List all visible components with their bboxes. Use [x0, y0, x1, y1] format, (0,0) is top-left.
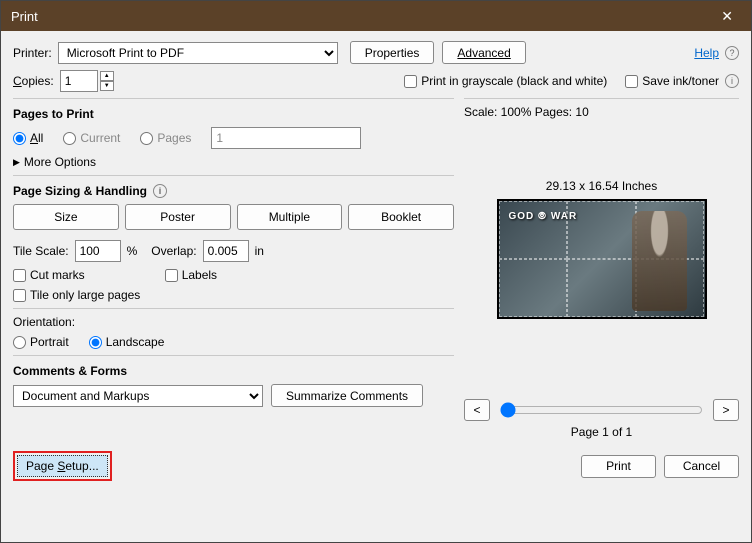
tile-large-checkbox[interactable]: Tile only large pages: [13, 288, 454, 302]
preview-logo: GOD ⦾ WAR: [509, 211, 578, 222]
copies-up-icon[interactable]: ▲: [100, 71, 114, 81]
properties-button[interactable]: Properties: [350, 41, 435, 64]
prev-page-button[interactable]: <: [464, 399, 490, 421]
tab-multiple[interactable]: Multiple: [237, 204, 343, 230]
close-icon[interactable]: ✕: [713, 4, 741, 29]
tab-poster[interactable]: Poster: [125, 204, 231, 230]
dimensions-label: 29.13 x 16.54 Inches: [464, 179, 739, 193]
triangle-right-icon: ▶: [13, 157, 20, 168]
help-link[interactable]: Help: [694, 46, 719, 60]
comments-select[interactable]: Document and Markups: [13, 385, 263, 407]
tab-booklet[interactable]: Booklet: [348, 204, 454, 230]
page-setup-button[interactable]: Page Setup...: [17, 455, 108, 477]
copies-spinner[interactable]: ▲ ▼: [100, 71, 114, 91]
radio-landscape[interactable]: Landscape: [89, 335, 165, 349]
preview-figure: [632, 211, 687, 311]
printer-row: Printer: Microsoft Print to PDF Properti…: [13, 41, 739, 64]
overlap-label: Overlap:: [151, 244, 196, 258]
pages-input[interactable]: [211, 127, 361, 149]
printer-select[interactable]: Microsoft Print to PDF: [58, 42, 338, 64]
pages-to-print-title: Pages to Print: [13, 107, 454, 121]
summarize-button[interactable]: Summarize Comments: [271, 384, 423, 407]
radio-all[interactable]: All: [13, 131, 43, 145]
page-preview: GOD ⦾ WAR: [497, 199, 707, 319]
radio-portrait[interactable]: Portrait: [13, 335, 69, 349]
preview-panel: Scale: 100% Pages: 10 29.13 x 16.54 Inch…: [464, 98, 739, 439]
radio-pages[interactable]: Pages: [140, 131, 191, 145]
printer-label: Printer:: [13, 46, 52, 60]
sizing-info-icon[interactable]: i: [153, 184, 167, 198]
labels-checkbox[interactable]: Labels: [165, 268, 217, 282]
footer: Page Setup... Print Cancel: [1, 445, 751, 487]
page-of-label: Page 1 of 1: [464, 425, 739, 439]
page-slider[interactable]: [500, 402, 703, 418]
orientation-label: Orientation:: [13, 315, 454, 329]
page-setup-highlight: Page Setup...: [13, 451, 112, 481]
left-panel: Pages to Print All Current Pages ▶ More …: [13, 98, 454, 439]
overlap-unit: in: [255, 244, 264, 258]
save-ink-checkbox[interactable]: Save ink/toner: [625, 74, 719, 88]
more-options-toggle[interactable]: ▶ More Options: [13, 155, 454, 169]
copies-down-icon[interactable]: ▼: [100, 81, 114, 91]
comments-title: Comments & Forms: [13, 364, 454, 378]
tile-scale-input[interactable]: [75, 240, 121, 262]
scale-pages-label: Scale: 100% Pages: 10: [464, 105, 739, 119]
cancel-button[interactable]: Cancel: [664, 455, 739, 478]
copies-row: Copies: ▲ ▼ Print in grayscale (black an…: [13, 70, 739, 92]
titlebar: Print ✕: [1, 1, 751, 31]
print-button[interactable]: Print: [581, 455, 656, 478]
grayscale-checkbox[interactable]: Print in grayscale (black and white): [404, 74, 607, 88]
dialog-content: Printer: Microsoft Print to PDF Properti…: [1, 31, 751, 445]
next-page-button[interactable]: >: [713, 399, 739, 421]
percent-label: %: [127, 244, 138, 258]
radio-current[interactable]: Current: [63, 131, 120, 145]
advanced-button[interactable]: Advanced: [442, 41, 525, 64]
copies-label: Copies:: [13, 74, 54, 88]
overlap-input[interactable]: [203, 240, 249, 262]
ink-info-icon[interactable]: i: [725, 74, 739, 88]
cutmarks-checkbox[interactable]: Cut marks: [13, 268, 85, 282]
help-icon[interactable]: ?: [725, 46, 739, 60]
tile-scale-label: Tile Scale:: [13, 244, 69, 258]
copies-input[interactable]: [60, 70, 98, 92]
tab-size[interactable]: Size: [13, 204, 119, 230]
sizing-title: Page Sizing & Handlingi: [13, 184, 454, 198]
window-title: Print: [11, 9, 38, 24]
